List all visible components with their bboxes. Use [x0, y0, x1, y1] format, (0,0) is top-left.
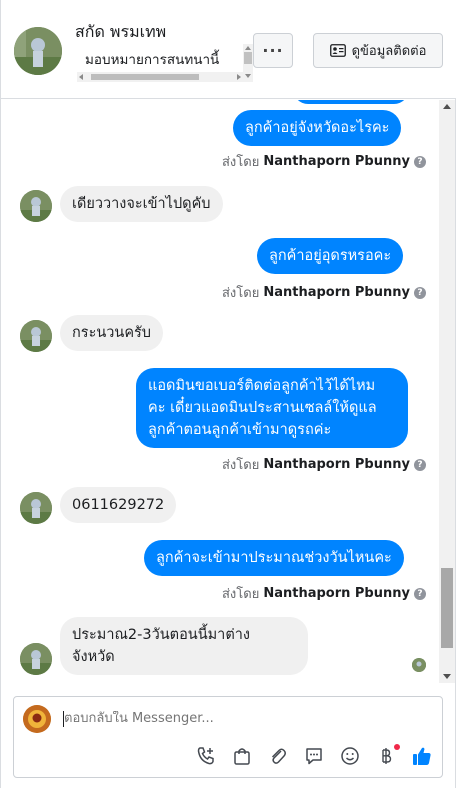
messenger-conversation-panel: สกัด พรมเทพ มอบหมายการสนทนานี้ ··· ดูข้อ… [0, 0, 456, 788]
page-avatar [23, 705, 51, 733]
sent-by-label: ส่งโดย Nanthaporn Pbunny? [222, 282, 426, 303]
contact-name: สกัด พรมเทพ [75, 22, 167, 41]
help-icon[interactable]: ? [413, 458, 426, 471]
contact-avatar-small [20, 492, 52, 524]
ellipsis-icon: ··· [262, 41, 284, 60]
message-bubble-outgoing[interactable]: แอดมินขอเบอร์ติดต่อลูกค้าไว้ได้ไหม คะ เด… [136, 368, 408, 448]
message-bubble-incoming[interactable]: ประมาณ2-3วันตอนนี้มาต่าง จังหวัด [60, 617, 308, 675]
sent-by-label: ส่งโดย Nanthaporn Pbunny? [222, 454, 426, 475]
saved-reply-icon[interactable] [302, 744, 326, 768]
message-line: คะ เดี๋ยวแอดมินประสานเซลล์ให้ดูแล [148, 400, 377, 416]
scroll-up-icon[interactable] [245, 46, 251, 50]
message-bubble-incoming[interactable]: กระนวนครับ [60, 315, 164, 351]
contact-avatar-small [20, 320, 52, 352]
scroll-down-icon[interactable] [245, 74, 251, 78]
message-bubble-outgoing[interactable]: ลูกค้าอยู่จังหวัดอะไรคะ [233, 110, 402, 146]
message-line: แอดมินขอเบอร์ติดต่อลูกค้าไว้ได้ไหม [148, 378, 376, 394]
scroll-down-icon[interactable] [443, 674, 451, 679]
conversation-header: สกัด พรมเทพ มอบหมายการสนทนานี้ ··· ดูข้อ… [1, 0, 456, 99]
agent-name: Nanthaporn Pbunny [263, 285, 410, 300]
help-icon[interactable]: ? [413, 286, 426, 299]
scroll-thumb[interactable] [244, 52, 252, 64]
assign-conversation-select[interactable]: มอบหมายการสนทนานี้ [77, 44, 253, 82]
message-composer [13, 696, 443, 778]
contact-avatar-small [20, 643, 52, 675]
agent-name: Nanthaporn Pbunny [263, 457, 410, 472]
message-bubble-outgoing[interactable]: ลูกค้าอยู่อุดรหรอคะ [257, 238, 404, 274]
contact-avatar-small [20, 190, 52, 222]
message-line: ลูกค้าตอนลูกค้าเข้ามาดูรถค่ะ [148, 422, 332, 438]
help-icon[interactable]: ? [413, 587, 426, 600]
contact-avatar[interactable] [14, 27, 62, 75]
message-bubble-outgoing[interactable]: ลูกค้าจะเข้ามาประมาณช่วงวันไหนคะ [144, 540, 404, 576]
baht-icon[interactable] [374, 744, 400, 768]
message-line: ประมาณ2-3วันตอนนี้มาต่าง [72, 627, 250, 643]
sent-by-label: ส่งโดย Nanthaporn Pbunny? [222, 583, 426, 604]
phone-plus-icon[interactable] [194, 744, 218, 768]
sent-by-label: ส่งโดย Nanthaporn Pbunny? [222, 151, 426, 172]
thumbs-up-icon[interactable] [410, 744, 434, 768]
agent-name: Nanthaporn Pbunny [263, 154, 410, 169]
reply-input[interactable] [64, 711, 424, 726]
message-bubble-incoming[interactable]: 0611629272 [60, 487, 177, 523]
message-bubble-incoming[interactable]: เดียววางจะเข้าไปดูคับ [60, 186, 223, 222]
thread-scrollbar[interactable] [439, 100, 455, 683]
assign-horizontal-scrollbar[interactable] [77, 72, 243, 82]
view-contact-info-button[interactable]: ดูข้อมูลติดต่อ [313, 33, 443, 68]
smile-icon[interactable] [338, 744, 362, 768]
contact-info-label: ดูข้อมูลติดต่อ [351, 44, 427, 59]
message-bubble-outgoing[interactable] [293, 100, 409, 104]
scroll-left-icon[interactable] [79, 74, 83, 80]
message-thread[interactable]: ลูกค้าอยู่จังหวัดอะไรคะ ส่งโดย Nanthaporn… [1, 100, 455, 683]
message-line: จังหวัด [72, 649, 115, 665]
assign-scrollbar[interactable] [243, 44, 253, 82]
agent-name: Nanthaporn Pbunny [263, 586, 410, 601]
more-options-button[interactable]: ··· [253, 33, 293, 68]
shopping-bag-icon[interactable] [230, 744, 254, 768]
assign-label: มอบหมายการสนทนานี้ [85, 52, 220, 68]
scroll-thumb[interactable] [91, 74, 199, 80]
scroll-right-icon[interactable] [237, 74, 241, 80]
notification-dot [394, 744, 400, 750]
paperclip-icon[interactable] [266, 744, 290, 768]
scroll-up-icon[interactable] [443, 104, 451, 109]
composer-toolbar [194, 744, 434, 768]
seen-indicator-avatar [412, 658, 426, 672]
id-card-icon [329, 44, 346, 57]
help-icon[interactable]: ? [413, 155, 426, 168]
scroll-thumb[interactable] [441, 568, 453, 648]
